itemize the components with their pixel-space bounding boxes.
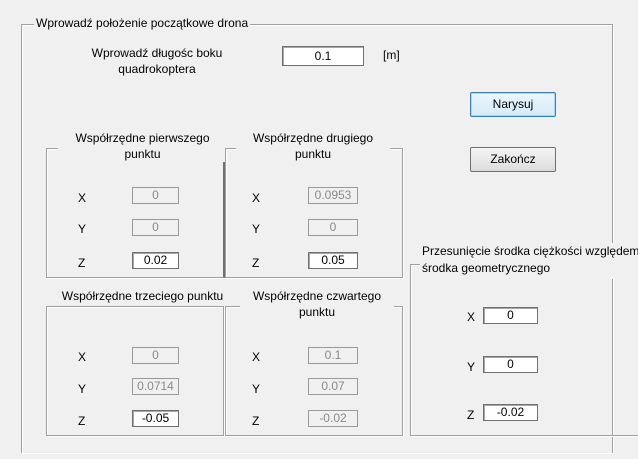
- cog-y-input[interactable]: 0: [483, 356, 538, 373]
- point2-title: Współrzędne drugiego punktu: [236, 130, 390, 162]
- point2-x-label: X: [252, 191, 261, 205]
- point3-x-label: X: [78, 350, 87, 364]
- close-button[interactable]: Zakończ: [470, 147, 556, 172]
- point1-title: Współrzędne pierwszego punktu: [58, 130, 227, 162]
- side-length-label: Wprowadź długośc boku quadrokoptera: [91, 46, 223, 76]
- point3-title: Współrzędne trzeciego punktu: [58, 288, 227, 304]
- draw-button[interactable]: Narysuj: [470, 92, 556, 117]
- point4-z-label: Z: [252, 414, 260, 428]
- point4-y-field[interactable]: 0.07: [308, 378, 358, 395]
- side-length-input[interactable]: 0.1: [282, 46, 364, 66]
- point1-z-input[interactable]: 0.02: [132, 252, 179, 269]
- point2-y-label: Y: [252, 222, 261, 236]
- point3-z-label: Z: [78, 414, 86, 428]
- draw-button-label: Narysuj: [492, 97, 534, 111]
- cog-z-label: Z: [467, 408, 475, 422]
- point4-x-label: X: [252, 350, 261, 364]
- point1-z-label: Z: [78, 256, 86, 270]
- point4-title: Współrzędne czwartego punktu: [240, 288, 394, 320]
- point4-z-field[interactable]: -0.02: [308, 410, 358, 427]
- point1-x-field[interactable]: 0: [132, 187, 179, 204]
- point3-y-label: Y: [78, 382, 87, 396]
- cog-z-input[interactable]: -0.02: [483, 404, 538, 421]
- point2-z-input[interactable]: 0.05: [308, 252, 358, 269]
- point2-z-label: Z: [252, 256, 260, 270]
- point4-x-field[interactable]: 0.1: [308, 347, 358, 364]
- cog-y-label: Y: [467, 360, 476, 374]
- point4-y-label: Y: [252, 382, 261, 396]
- point3-y-field[interactable]: 0.0714: [132, 378, 179, 395]
- side-length-unit: [m]: [383, 48, 400, 62]
- point3-x-field[interactable]: 0: [132, 347, 179, 364]
- point1-y-field[interactable]: 0: [132, 219, 179, 236]
- point1-y-label: Y: [78, 222, 87, 236]
- cog-offset-title: Przesunięcie środka ciężkości względem ś…: [420, 243, 638, 279]
- cog-x-input[interactable]: 0: [483, 307, 538, 324]
- initial-position-panel-title: Wprowadź położenie początkowe drona: [34, 16, 251, 31]
- close-button-label: Zakończ: [490, 152, 536, 166]
- point1-x-label: X: [78, 191, 87, 205]
- point2-y-field[interactable]: 0: [308, 219, 358, 236]
- point3-z-input[interactable]: -0.05: [132, 410, 179, 427]
- point2-x-field[interactable]: 0.0953: [308, 187, 358, 204]
- cog-x-label: X: [467, 310, 476, 324]
